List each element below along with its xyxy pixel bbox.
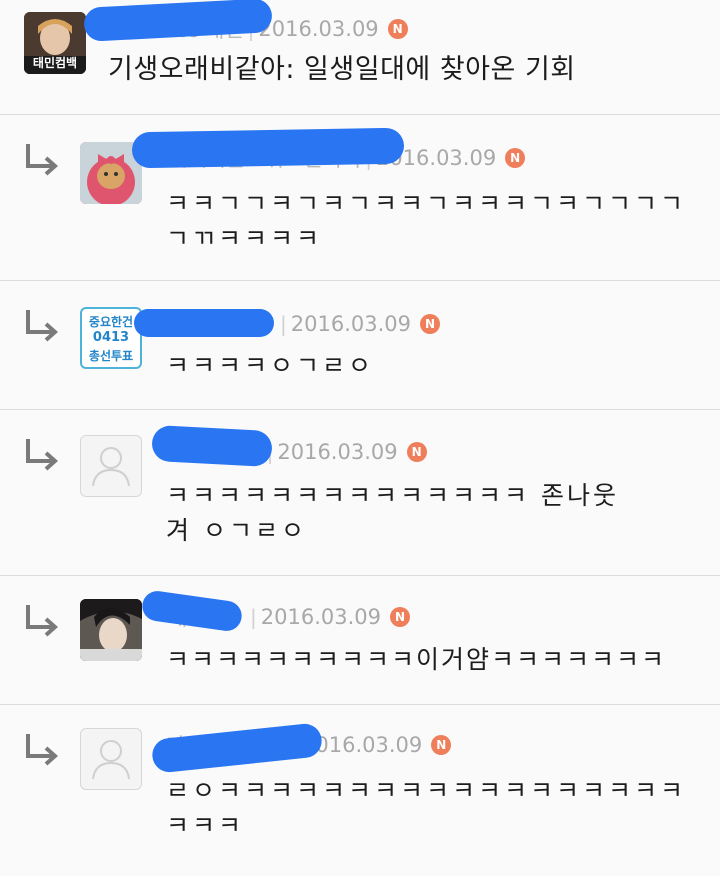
comment-item: 가리 2016.03.09 N ㄹㅇㅋㅋㅋㅋㅋㅋㅋㅋㅋㅋㅋㅋㅋㅋㅋㅋㅋㅋㅋㅋㅋ [0, 705, 720, 876]
comment-date: 2016.03.09 [260, 605, 381, 629]
avatar[interactable]: 태민컴백 [24, 12, 86, 74]
comment-item: 중요한건 0413 총선투표 | 2016.03.09 N ㅋㅋㅋㅋㅇㄱㄹㅇ [0, 281, 720, 410]
reply-arrow-icon [26, 310, 59, 342]
new-badge: N [505, 148, 526, 168]
redaction-scribble [131, 127, 405, 169]
comment-item: 대체저는오뉘오빈이지 | 2016.03.09 N ㅋㅋㄱㄱㅋㄱㅋㄱㅋㅋㄱㅋㅋㅋ… [0, 115, 720, 281]
avatar[interactable] [80, 435, 142, 497]
comment-text: ㅋㅋㄱㄱㅋㄱㅋㄱㅋㅋㄱㅋㅋㅋㄱㅋㄱㄱㄱㄱㄱㄲㅋㅋㅋㅋ [166, 189, 687, 253]
comment-text: 기생오래비같아: 일생일대에 찾아온 기회 [108, 54, 576, 85]
avatar[interactable] [80, 728, 142, 790]
comment-date: 2016.03.09 [258, 17, 379, 41]
avatar-caption-2: 0413 [92, 330, 130, 345]
redaction-scribble [140, 589, 244, 633]
new-badge: N [390, 607, 410, 627]
comment-item: 회색아미얼 | 2016.03.09 N ㅋㅋㅋㅋㅋㅋㅋㅋㅋㅋㅋㅋㅋㅋ 존나웃겨… [0, 410, 720, 576]
meta-separator: | [250, 605, 257, 629]
reply-arrow-icon [26, 144, 59, 176]
person-icon [92, 447, 130, 487]
comment-date: 2016.03.09 [290, 312, 411, 336]
comment-text: ㄹㅇㅋㅋㅋㅋㅋㅋㅋㅋㅋㅋㅋㅋㅋㅋㅋㅋㅋㅋㅋㅋㅋ [166, 776, 687, 840]
new-badge: N [387, 19, 408, 39]
avatar-caption-1: 중요한건 [88, 315, 134, 329]
comment-date: 2016.03.09 [277, 440, 398, 464]
redaction-scribble [151, 424, 273, 468]
redaction-scribble [134, 309, 274, 337]
new-badge: N [431, 735, 452, 755]
avatar-caption: 태민컴백 [32, 56, 78, 70]
person-icon [92, 740, 130, 780]
comment-text: ㅋㅋㅋㅋㅋㅋㅋㅋㅋㅋ이거얌ㅋㅋㅋㅋㅋㅋㅋ [166, 645, 667, 674]
avatar-caption-3: 총선투표 [88, 349, 134, 363]
comment-text: ㅋㅋㅋㅋㅋㅋㅋㅋㅋㅋㅋㅋㅋㅋ 존나웃겨 ㅇㄱㄹㅇ [166, 481, 619, 545]
comment-list: 태민컴백 TaeMAcc 태민 | 2016.03.09 N 기생오래비같아: … [0, 0, 720, 876]
reply-arrow-icon [26, 734, 59, 766]
avatar[interactable] [80, 599, 142, 661]
reply-arrow-icon [26, 439, 59, 471]
comment-text: ㅋㅋㅋㅋㅇㄱㄹㅇ [166, 351, 375, 380]
comment-item: 태민컴백 TaeMAcc 태민 | 2016.03.09 N 기생오래비같아: … [0, 0, 720, 115]
avatar[interactable]: 중요한건 0413 총선투표 [80, 307, 142, 369]
comment-item: 새벽별 | 2016.03.09 N ㅋㅋㅋㅋㅋㅋㅋㅋㅋㅋ이거얌ㅋㅋㅋㅋㅋㅋㅋ [0, 576, 720, 705]
new-badge: N [406, 442, 427, 462]
new-badge: N [420, 314, 440, 334]
reply-arrow-icon [26, 605, 59, 637]
meta-separator: | [280, 312, 287, 336]
